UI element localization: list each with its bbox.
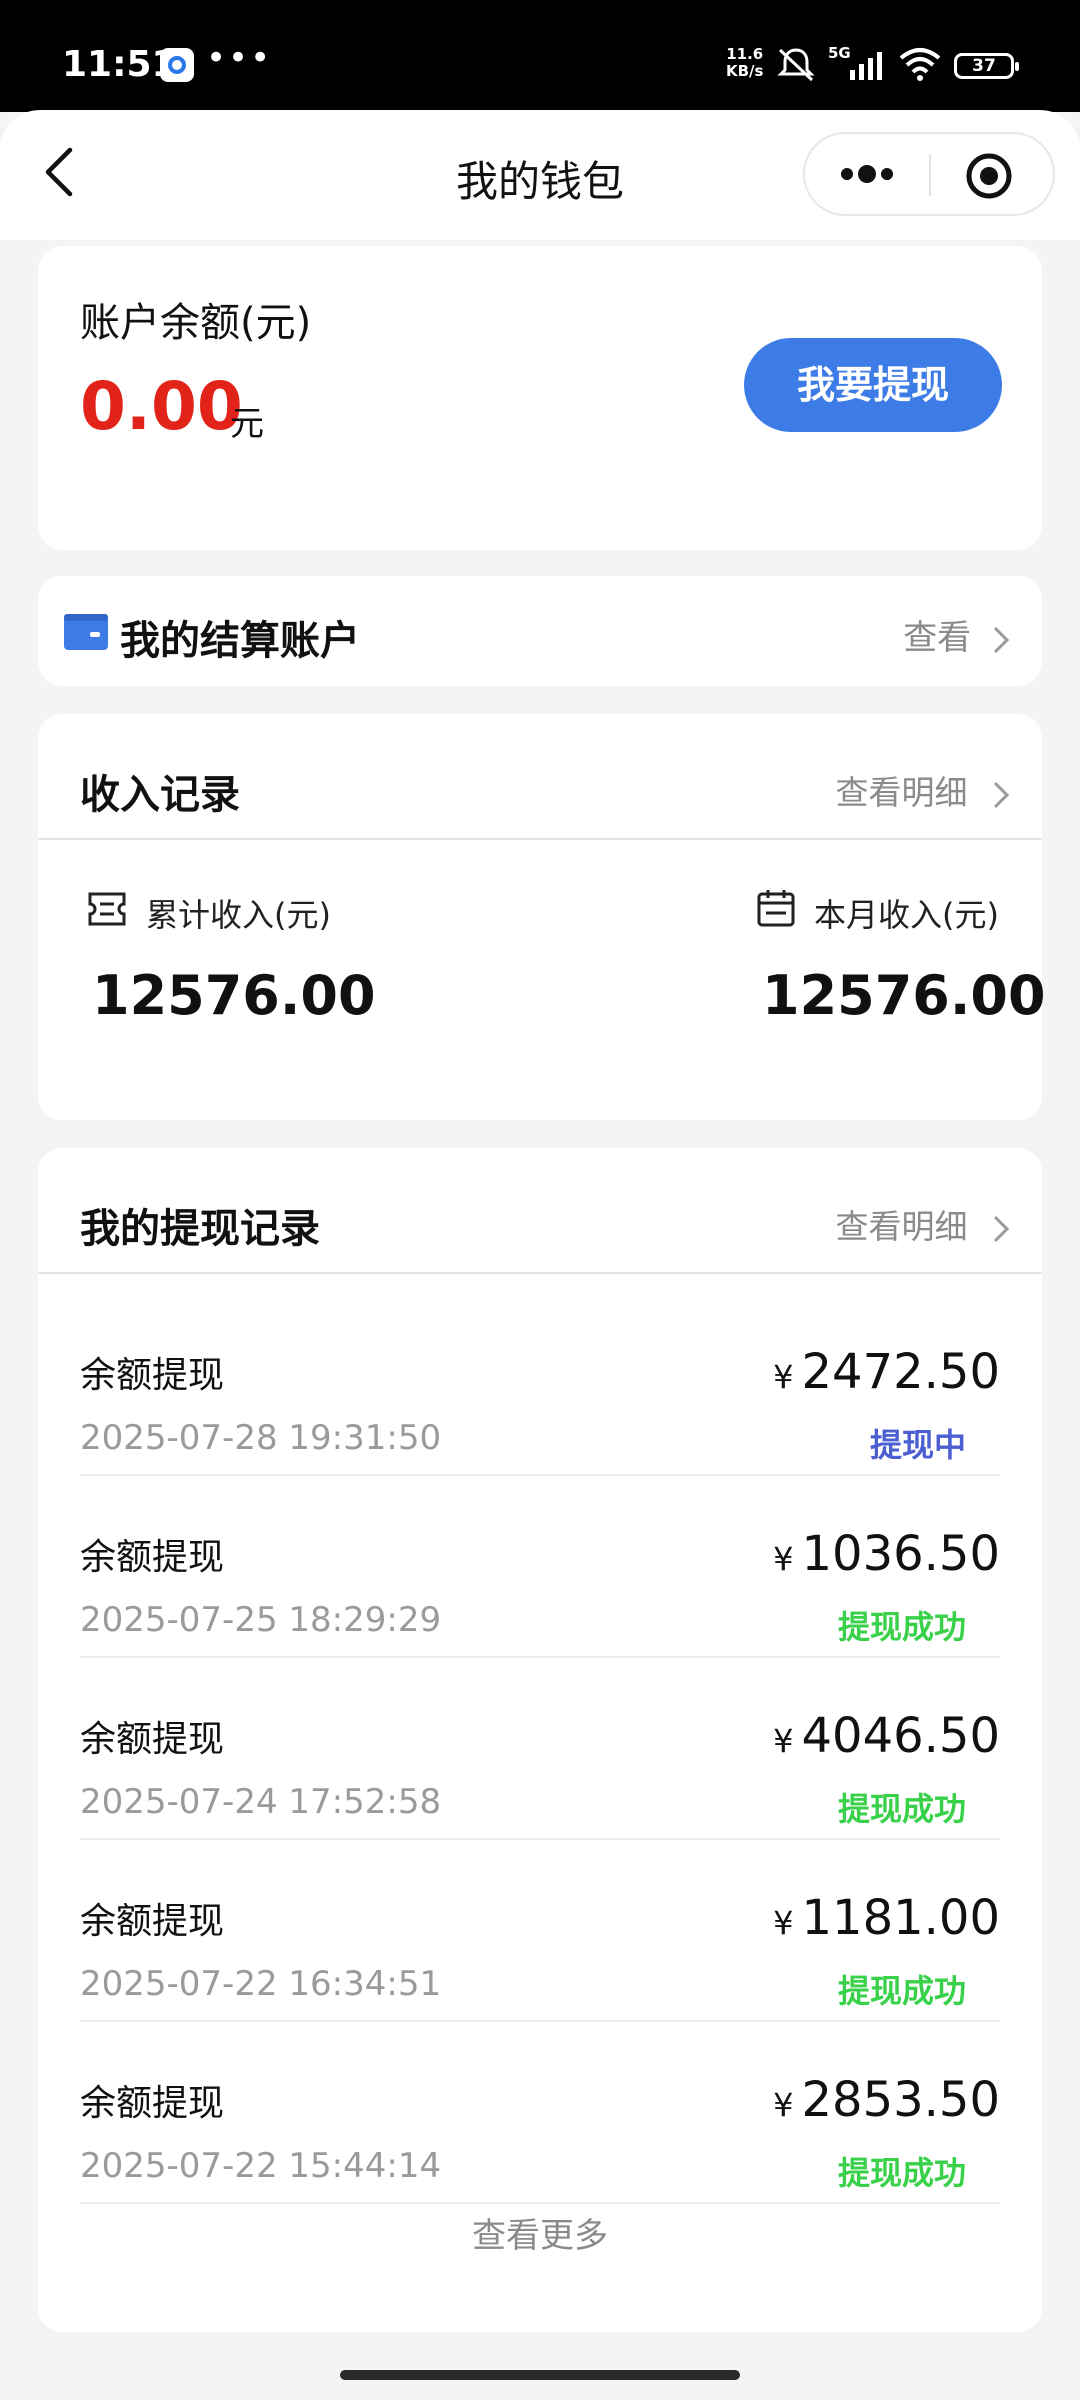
settlement-view-text: 查看 [903,618,972,658]
more-dots-icon[interactable] [825,148,909,200]
balance-unit: 元 [230,404,264,444]
withdrawal-amount: ¥4046.50 [773,1708,1000,1764]
withdrawal-row[interactable]: 余额提现 2025-07-22 15:44:14 ¥2853.50 提现成功 [80,2022,1000,2204]
chevron-right-icon [993,626,1010,653]
withdrawal-date: 2025-07-28 19:31:50 [80,1418,442,1458]
withdrawal-type: 余额提现 [80,1537,225,1578]
ticket-icon [88,892,126,926]
balance-card: 账户余额(元) 0.00 元 我要提现 [38,246,1042,550]
withdrawal-record-card: 我的提现记录 查看明细 余额提现 2025-07-28 19:31:50 ¥24… [38,1148,1042,2332]
settlement-account-row[interactable]: 我的结算账户 查看 [38,576,1042,686]
chevron-right-icon [993,781,1010,808]
balance-value: 0.00 [80,368,243,445]
withdrawal-type: 余额提现 [80,1719,225,1760]
currency-symbol: ¥ [773,1722,794,1760]
amount-value: 4046.50 [801,1708,1001,1764]
total-income-value: 12576.00 [92,964,376,1027]
calendar-icon [757,890,795,927]
withdrawal-row[interactable]: 余额提现 2025-07-25 18:29:29 ¥1036.50 提现成功 [80,1476,1000,1658]
status-bar: 11:51 ••• 11.6 KB/s 5G 37 [0,0,1080,112]
income-detail-link[interactable]: 查看明细 [836,766,1011,814]
withdrawal-status: 提现中 [869,1426,966,1464]
withdrawal-title: 我的提现记录 [80,1206,320,1252]
withdrawal-detail-text: 查看明细 [835,1207,968,1246]
balance-label: 账户余额(元) [80,300,312,346]
status-more-dots: ••• [206,38,273,78]
withdrawal-amount: ¥2472.50 [773,1344,1000,1400]
withdrawal-row[interactable]: 余额提现 2025-07-28 19:31:50 ¥2472.50 提现中 [80,1294,1000,1476]
income-record-card: 收入记录 查看明细 累计收入(元) 12576.00 本月收入(元) 12576… [38,714,1046,1120]
withdrawal-amount: ¥1036.50 [773,1526,1000,1582]
income-divider [38,838,1042,840]
home-indicator [340,2370,740,2380]
currency-symbol: ¥ [773,1540,794,1578]
withdrawal-status: 提现成功 [837,1790,966,1828]
close-target-icon[interactable] [959,146,1019,206]
view-more-link[interactable]: 查看更多 [38,2208,1042,2257]
withdrawal-date: 2025-07-22 16:34:51 [80,1964,442,2004]
income-title: 收入记录 [80,772,240,818]
withdrawal-type: 余额提现 [80,2083,225,2124]
net-speed-unit: KB/s [726,62,764,80]
amount-value: 1036.50 [801,1526,1001,1582]
amount-value: 2472.50 [801,1344,1001,1400]
withdrawal-date: 2025-07-25 18:29:29 [80,1600,442,1640]
settlement-view-link[interactable]: 查看 [903,610,1010,659]
mute-icon [777,48,815,82]
amount-value: 1181.00 [801,1890,1001,1946]
app-notification-icon [160,48,194,82]
settlement-label: 我的结算账户 [120,618,360,664]
net-speed: 11.6 KB/s [726,46,763,80]
month-income-value: 12576.00 [762,964,1046,1027]
withdrawal-status: 提现成功 [837,1608,966,1646]
withdraw-button[interactable]: 我要提现 [744,338,1002,432]
net-speed-value: 11.6 [726,45,764,63]
amount-value: 2853.50 [801,2072,1001,2128]
currency-symbol: ¥ [773,2086,794,2124]
wifi-icon [899,48,941,81]
withdrawal-status: 提现成功 [837,2154,966,2192]
month-income-label: 本月收入(元) [814,896,999,934]
withdrawal-amount: ¥2853.50 [773,2072,1000,2128]
withdrawal-row[interactable]: 余额提现 2025-07-24 17:52:58 ¥4046.50 提现成功 [80,1658,1000,1840]
income-detail-text: 查看明细 [835,773,968,812]
withdrawal-detail-link[interactable]: 查看明细 [836,1200,1011,1248]
withdrawal-type: 余额提现 [80,1355,225,1396]
withdrawal-type: 余额提现 [80,1901,225,1942]
withdrawal-row[interactable]: 余额提现 2025-07-22 16:34:51 ¥1181.00 提现成功 [80,1840,1000,2022]
battery-indicator: 37 [954,53,1019,79]
miniapp-capsule [803,132,1055,216]
chevron-right-icon [993,1215,1010,1242]
total-income-label: 累计收入(元) [146,896,331,934]
signal-icon [850,52,882,80]
withdrawal-list: 余额提现 2025-07-28 19:31:50 ¥2472.50 提现中 余额… [80,1294,1000,2204]
withdrawal-date: 2025-07-24 17:52:58 [80,1782,442,1822]
withdrawal-status: 提现成功 [837,1972,966,2010]
withdrawal-date: 2025-07-22 15:44:14 [80,2146,442,2186]
withdrawal-divider [38,1272,1042,1274]
currency-symbol: ¥ [773,1904,794,1942]
capsule-divider [929,154,931,196]
currency-symbol: ¥ [773,1358,794,1396]
wallet-icon [64,614,108,650]
withdrawal-amount: ¥1181.00 [773,1890,1000,1946]
app-header: 我的钱包 [0,110,1080,240]
